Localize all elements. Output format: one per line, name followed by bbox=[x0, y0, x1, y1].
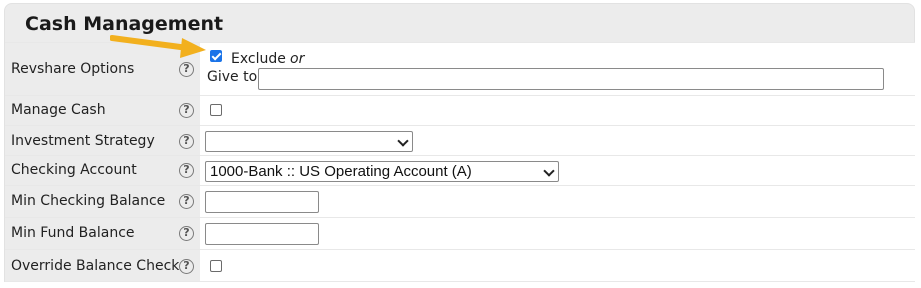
exclude-checkbox[interactable] bbox=[210, 50, 222, 62]
exclude-label: Exclude bbox=[231, 51, 286, 67]
help-icon[interactable]: ? bbox=[179, 259, 194, 274]
override-balance-check-label: Override Balance Check bbox=[11, 258, 180, 274]
pointer-arrow-icon bbox=[110, 35, 206, 58]
help-icon[interactable]: ? bbox=[179, 194, 194, 209]
checking-account-select[interactable]: 1000-Bank :: US Operating Account (A) bbox=[205, 161, 559, 182]
help-icon[interactable]: ? bbox=[179, 134, 194, 149]
help-icon[interactable]: ? bbox=[179, 226, 194, 241]
investment-strategy-select[interactable] bbox=[205, 131, 413, 152]
manage-cash-checkbox[interactable] bbox=[210, 104, 222, 116]
investment-strategy-label: Investment Strategy bbox=[11, 133, 155, 149]
row-checking-account: Checking Account ? 1000-Bank :: US Opera… bbox=[5, 155, 915, 185]
min-checking-balance-label: Min Checking Balance bbox=[11, 193, 166, 209]
help-icon[interactable]: ? bbox=[179, 103, 194, 118]
give-to-input[interactable] bbox=[258, 68, 884, 90]
manage-cash-label: Manage Cash bbox=[11, 102, 106, 118]
override-balance-check-checkbox[interactable] bbox=[210, 260, 222, 272]
min-checking-balance-input[interactable] bbox=[205, 191, 319, 213]
min-fund-balance-input[interactable] bbox=[205, 223, 319, 245]
checking-account-selected: 1000-Bank :: US Operating Account (A) bbox=[210, 163, 472, 180]
chevron-down-icon bbox=[397, 135, 409, 147]
row-override-balance-check: Override Balance Check ? bbox=[5, 249, 915, 282]
row-min-checking-balance: Min Checking Balance ? bbox=[5, 185, 915, 217]
or-label: or bbox=[290, 51, 305, 67]
row-manage-cash: Manage Cash ? bbox=[5, 95, 915, 125]
give-to-label: Give to bbox=[207, 69, 258, 85]
checking-account-label: Checking Account bbox=[11, 162, 137, 178]
help-icon[interactable]: ? bbox=[179, 62, 194, 77]
revshare-options-label: Revshare Options bbox=[11, 61, 135, 77]
min-fund-balance-label: Min Fund Balance bbox=[11, 225, 135, 241]
row-investment-strategy: Investment Strategy ? bbox=[5, 125, 915, 155]
help-icon[interactable]: ? bbox=[179, 163, 194, 178]
chevron-down-icon bbox=[543, 165, 555, 177]
row-min-fund-balance: Min Fund Balance ? bbox=[5, 217, 915, 249]
